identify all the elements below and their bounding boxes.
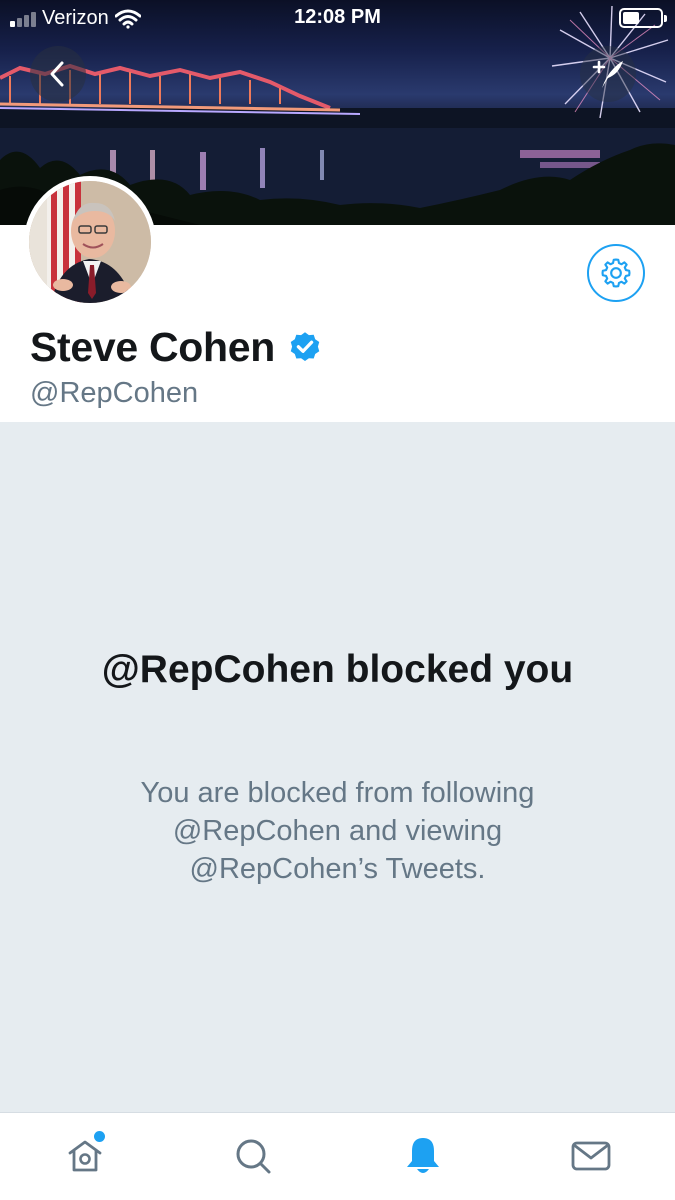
compose-tweet-icon (592, 60, 623, 88)
home-notification-dot (94, 1131, 105, 1142)
bell-icon (407, 1138, 439, 1173)
verified-badge-icon (290, 331, 320, 361)
chevron-left-icon (50, 61, 64, 87)
blocked-notice-panel: @RepCohen blocked you You are blocked fr… (0, 422, 675, 1112)
profile-avatar[interactable] (24, 176, 156, 308)
tab-messages[interactable] (566, 1131, 616, 1181)
search-icon (236, 1139, 271, 1174)
tab-notifications[interactable] (398, 1131, 448, 1181)
avatar-photo (29, 181, 151, 303)
blocked-description: You are blocked from following @RepCohen… (140, 777, 535, 885)
gear-icon (601, 258, 631, 288)
status-time: 12:08 PM (294, 6, 381, 28)
blocked-title: @RepCohen blocked you (101, 648, 574, 691)
status-bar: Verizon 12:08 PM (0, 0, 675, 40)
battery-icon (619, 8, 667, 28)
tab-search[interactable] (228, 1131, 278, 1181)
profile-handle: @RepCohen (30, 377, 199, 409)
mail-icon (571, 1141, 611, 1171)
back-button[interactable] (30, 46, 86, 102)
profile-display-name: Steve Cohen (30, 324, 276, 370)
bottom-tab-bar (0, 1112, 675, 1200)
profile-name-row: Steve Cohen (30, 324, 323, 371)
compose-tweet-button[interactable] (580, 46, 636, 102)
home-icon (68, 1140, 102, 1172)
profile-settings-button[interactable] (587, 244, 645, 302)
